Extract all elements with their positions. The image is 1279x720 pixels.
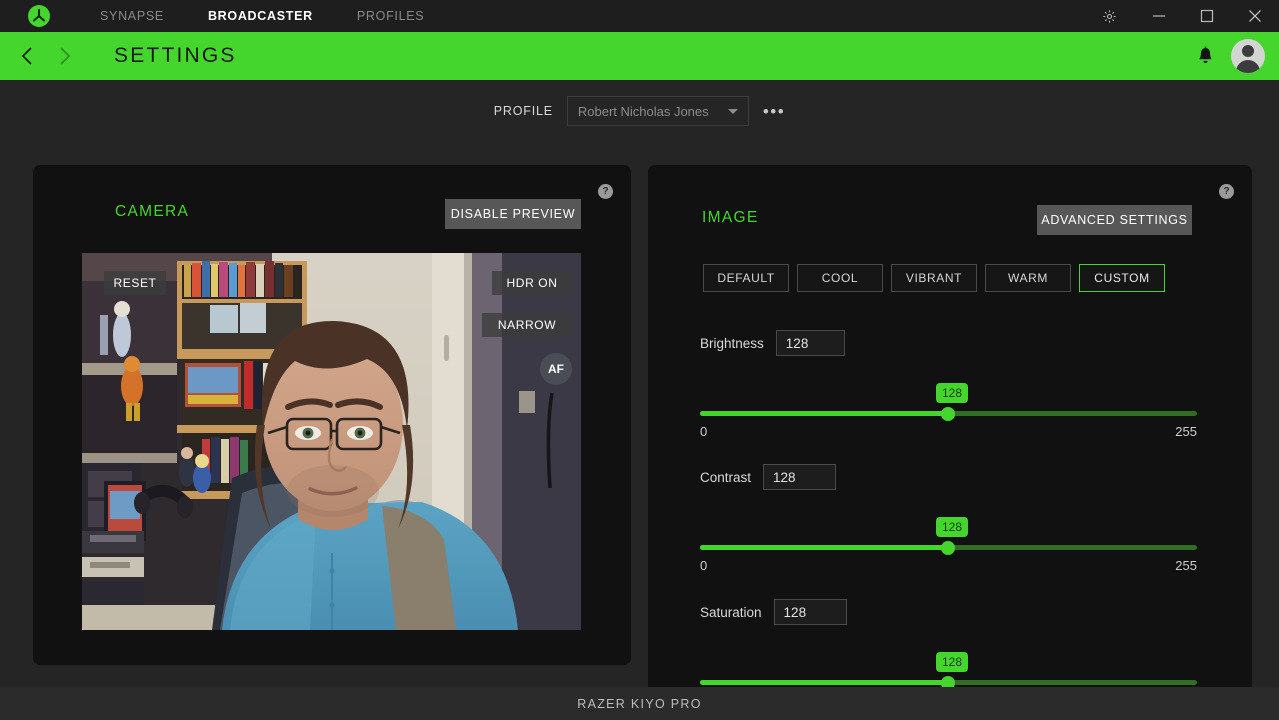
brightness-label: Brightness [700, 335, 764, 351]
contrast-control: Contrast 128 0 255 [700, 464, 1200, 573]
preview-fov-button[interactable]: NARROW [482, 313, 572, 337]
chevron-left-icon[interactable] [8, 32, 46, 80]
brightness-slider[interactable]: 128 0 255 [700, 383, 1200, 439]
preset-warm[interactable]: WARM [985, 264, 1071, 292]
avatar-head [1242, 45, 1254, 57]
maximize-icon[interactable] [1183, 0, 1231, 32]
chevron-down-icon [727, 108, 738, 114]
contrast-min: 0 [700, 558, 708, 573]
contrast-label: Contrast [700, 469, 752, 485]
gear-icon[interactable] [1083, 0, 1135, 32]
window-controls [1083, 0, 1279, 32]
preset-default[interactable]: DEFAULT [703, 264, 789, 292]
device-footer: RAZER KIYO PRO [0, 687, 1279, 720]
preview-reset-button[interactable]: RESET [104, 271, 166, 295]
brightness-min: 0 [700, 424, 708, 439]
page-title: SETTINGS [114, 44, 237, 67]
brightness-fill [700, 411, 948, 416]
camera-panel: CAMERA ? DISABLE PREVIEW RESET HDR ON NA… [33, 165, 631, 665]
contrast-max: 255 [1175, 558, 1197, 573]
help-circle-icon[interactable]: ? [598, 184, 613, 199]
header-actions [1196, 32, 1265, 80]
razer-logo-icon [28, 5, 50, 27]
profile-bar: PROFILE Robert Nicholas Jones ••• [0, 80, 1279, 142]
device-name: RAZER KIYO PRO [577, 696, 702, 711]
brightness-max: 255 [1175, 424, 1197, 439]
profile-more-button[interactable]: ••• [763, 103, 785, 120]
image-panel-title: IMAGE [702, 209, 759, 226]
razer-logo [0, 5, 78, 27]
contrast-value-tooltip: 128 [936, 517, 968, 537]
tab-synapse[interactable]: SYNAPSE [78, 0, 186, 32]
contrast-range: 0 255 [700, 558, 1197, 573]
preset-cool[interactable]: COOL [797, 264, 883, 292]
avatar[interactable] [1231, 39, 1265, 73]
contrast-row: Contrast [700, 464, 1200, 490]
tab-profiles[interactable]: PROFILES [335, 0, 446, 32]
brightness-control: Brightness 128 0 255 [700, 330, 1200, 439]
brightness-thumb[interactable] [941, 406, 955, 421]
camera-preview[interactable]: RESET HDR ON NARROW AF [82, 253, 581, 630]
close-icon[interactable] [1231, 0, 1279, 32]
help-circle-icon[interactable]: ? [1219, 184, 1234, 199]
title-bar: SYNAPSE BROADCASTER PROFILES [0, 0, 1279, 32]
camera-panel-title: CAMERA [115, 203, 190, 220]
saturation-value-tooltip: 128 [936, 652, 968, 672]
brightness-input[interactable] [775, 330, 845, 356]
contrast-thumb[interactable] [941, 540, 955, 555]
profile-selected-value: Robert Nicholas Jones [577, 103, 709, 119]
brightness-range: 0 255 [700, 424, 1197, 439]
saturation-fill [700, 680, 948, 685]
razer-synapse-window: SYNAPSE BROADCASTER PROFILES SETTINGS PR… [0, 0, 1279, 720]
avatar-body [1236, 60, 1260, 73]
page-header: SETTINGS [0, 32, 1279, 80]
contrast-input[interactable] [763, 464, 837, 490]
minimize-icon[interactable] [1135, 0, 1183, 32]
preview-autofocus-button[interactable]: AF [540, 353, 572, 385]
disable-preview-button[interactable]: DISABLE PREVIEW [445, 199, 581, 229]
profile-label: PROFILE [493, 104, 553, 118]
contrast-fill [700, 545, 948, 550]
image-preset-group: DEFAULT COOL VIBRANT WARM CUSTOM [703, 264, 1165, 292]
advanced-settings-button[interactable]: ADVANCED SETTINGS [1037, 205, 1192, 235]
tab-broadcaster[interactable]: BROADCASTER [186, 0, 335, 32]
brightness-value-tooltip: 128 [936, 383, 968, 403]
profile-dropdown[interactable]: Robert Nicholas Jones [566, 96, 749, 126]
image-panel: IMAGE ? ADVANCED SETTINGS DEFAULT COOL V… [648, 165, 1252, 708]
contrast-slider[interactable]: 128 0 255 [700, 517, 1200, 573]
chevron-right-icon[interactable] [46, 32, 84, 80]
main-nav-tabs: SYNAPSE BROADCASTER PROFILES [78, 0, 446, 32]
preset-vibrant[interactable]: VIBRANT [891, 264, 977, 292]
preset-custom[interactable]: CUSTOM [1079, 264, 1165, 292]
saturation-control: Saturation 128 0 255 [700, 599, 1200, 708]
saturation-row: Saturation [700, 599, 1200, 625]
bell-icon[interactable] [1196, 46, 1215, 67]
saturation-input[interactable] [773, 599, 847, 625]
saturation-label: Saturation [700, 604, 762, 620]
preview-hdr-toggle[interactable]: HDR ON [492, 271, 572, 295]
brightness-row: Brightness [700, 330, 1200, 356]
